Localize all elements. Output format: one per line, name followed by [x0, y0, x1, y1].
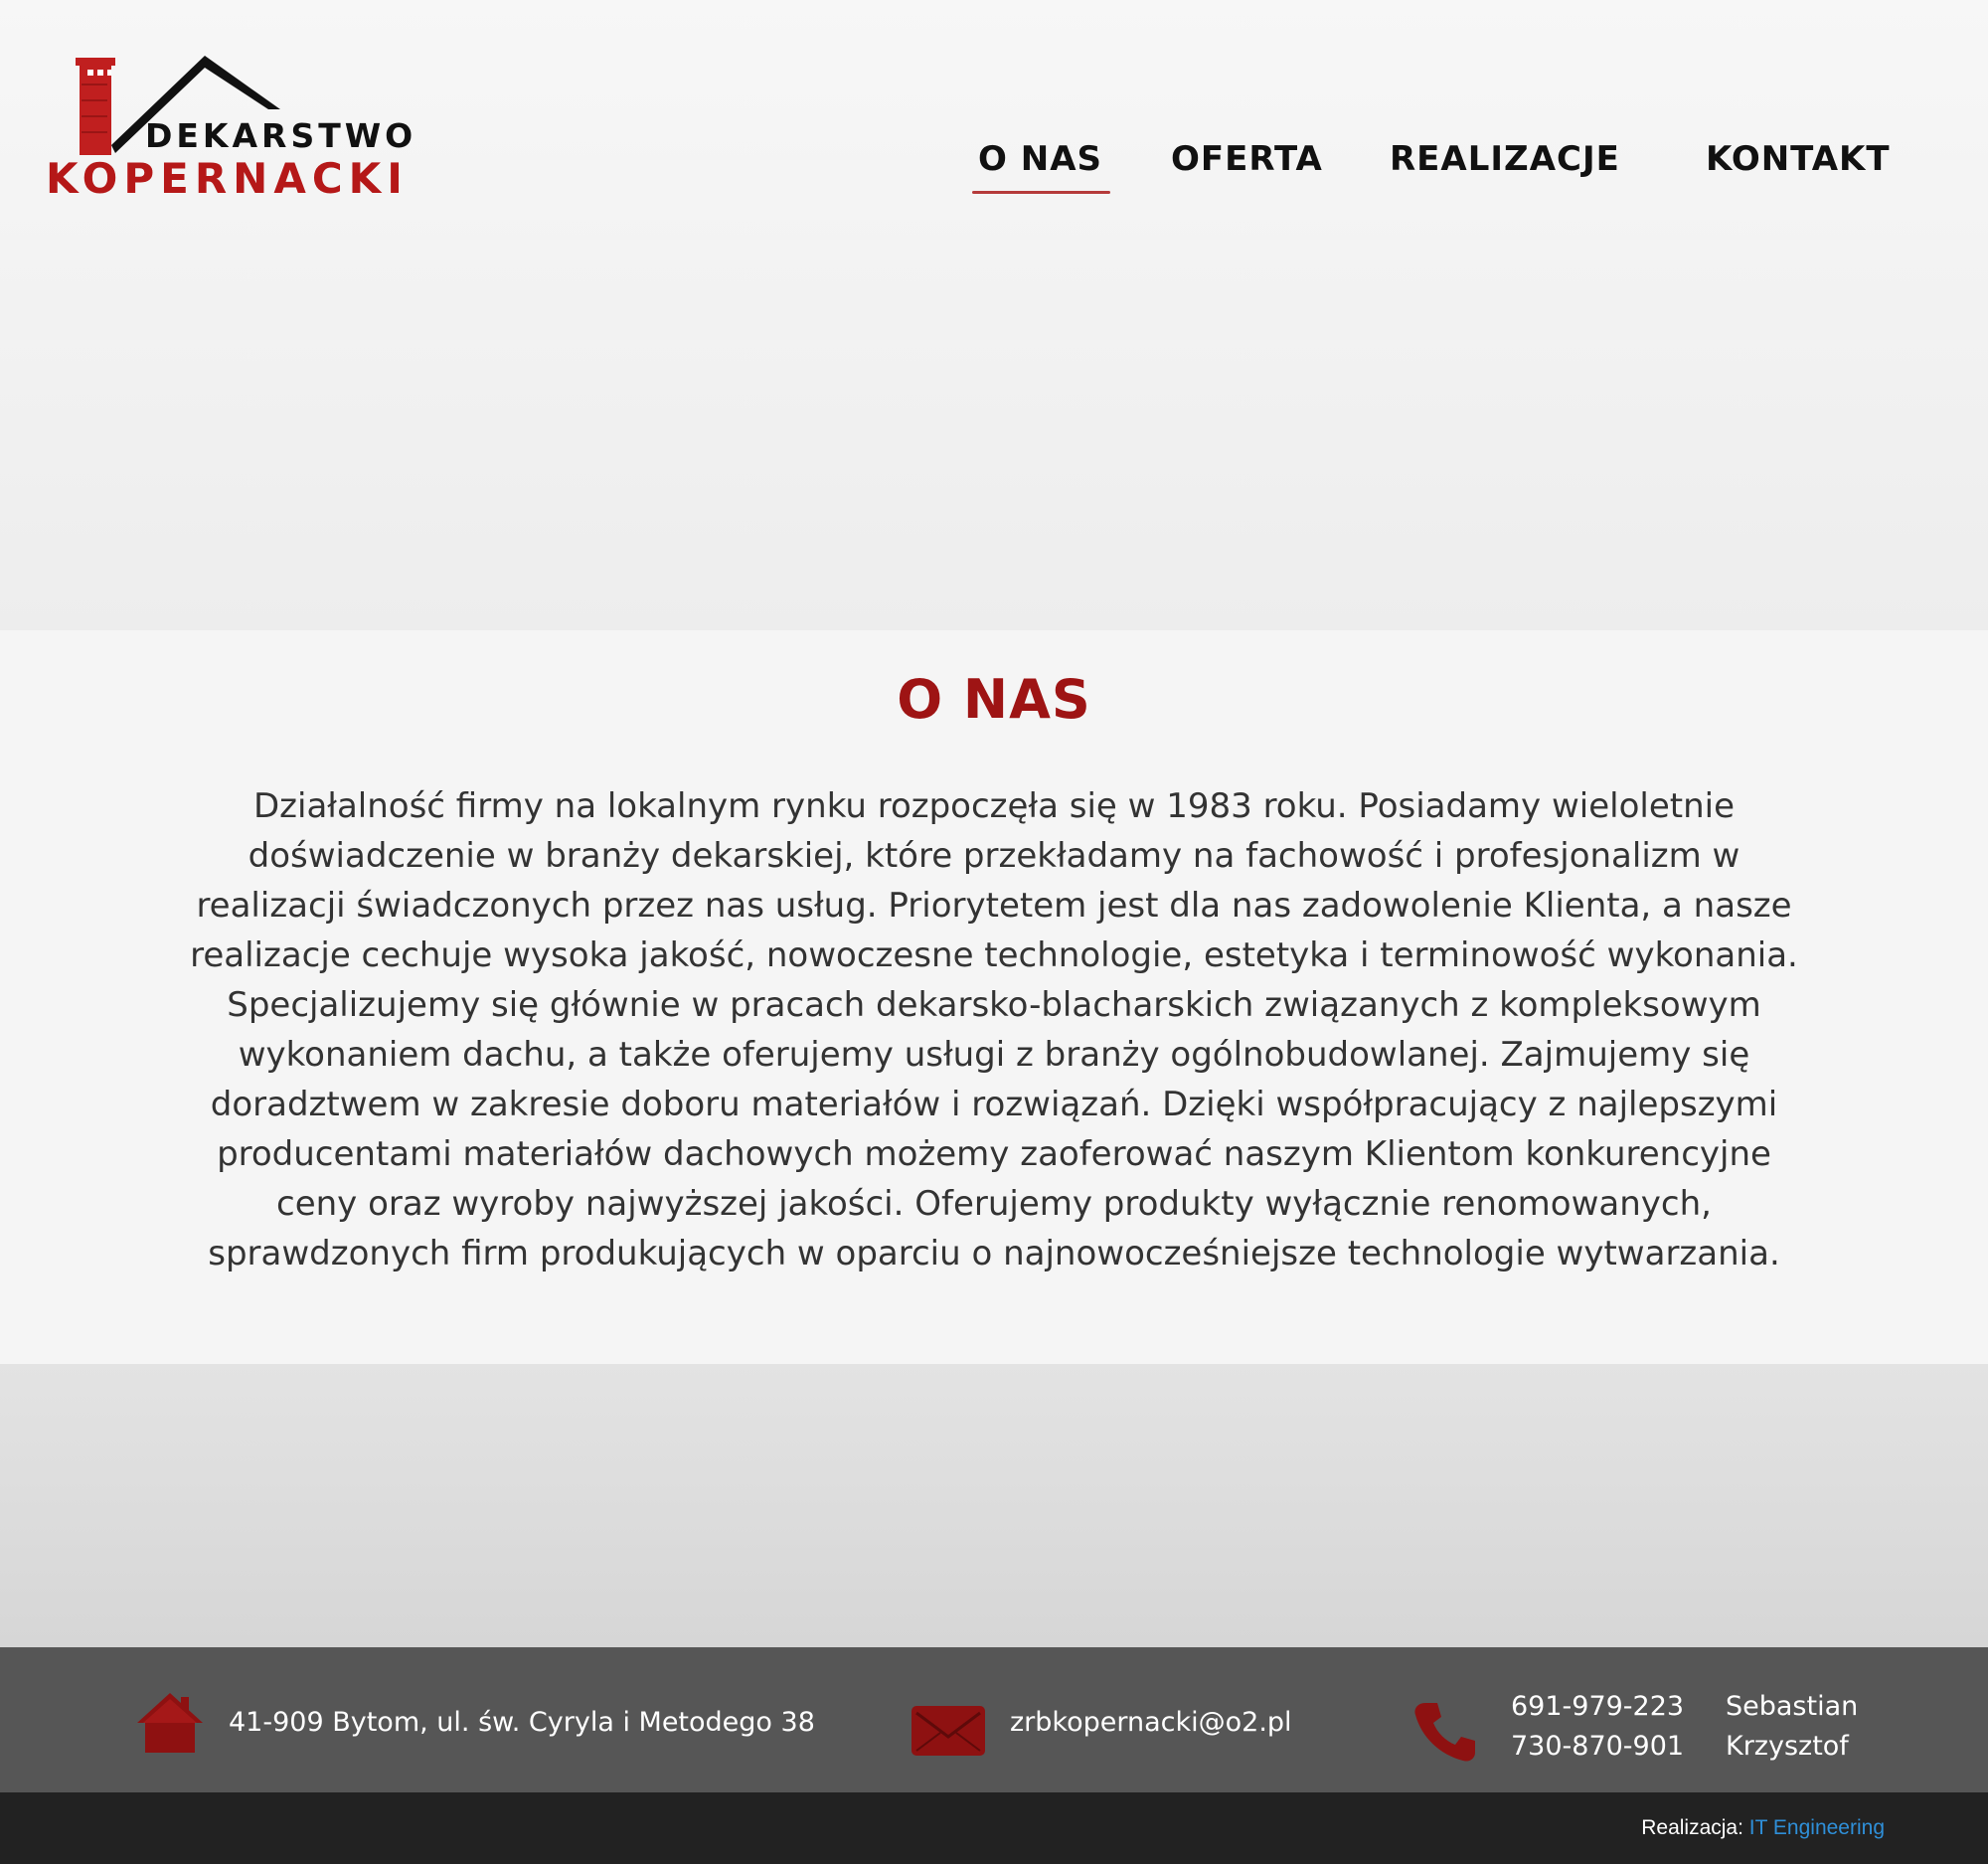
about-line: realizacji świadczonych przez nas usług.…	[196, 886, 1792, 926]
email-link[interactable]: zrbkopernacki@o2.pl	[1010, 1707, 1292, 1738]
about-paragraph: Działalność firmy na lokalnym rynku rozp…	[189, 781, 1799, 1278]
decorative-band	[0, 1364, 1988, 1647]
credit-link[interactable]: IT Engineering	[1749, 1816, 1885, 1839]
about-line: realizacje cechuje wysoka jakość, nowocz…	[190, 935, 1798, 975]
nav-item-realizacje[interactable]: REALIZACJE	[1390, 139, 1620, 179]
home-icon	[137, 1693, 203, 1753]
phone-number-1[interactable]: 691-979-223	[1511, 1691, 1684, 1722]
about-line: doradztwem w zakresie doboru materiałów …	[210, 1085, 1778, 1124]
phone-number-2[interactable]: 730-870-901	[1511, 1731, 1684, 1762]
about-line: producentami materiałów dachowych możemy…	[217, 1134, 1771, 1174]
credit-prefix: Realizacja:	[1641, 1816, 1743, 1839]
section-title: O NAS	[897, 668, 1091, 731]
main-nav: O NAS OFERTA REALIZACJE KONTAKT	[0, 139, 1988, 199]
nav-item-o-nas[interactable]: O NAS	[972, 139, 1110, 194]
envelope-icon	[911, 1706, 985, 1756]
about-line: Działalność firmy na lokalnym rynku rozp…	[252, 786, 1735, 826]
about-section: O NAS Działalność firmy na lokalnym rynk…	[0, 630, 1988, 1364]
about-line: Specjalizujemy się głównie w pracach dek…	[227, 985, 1761, 1025]
about-line: doświadczenie w branży dekarskiej, które…	[248, 836, 1740, 876]
hero-section: DEKARSTWO KOPERNACKI O NAS OFERTA REALIZ…	[0, 0, 1988, 630]
about-line: wykonaniem dachu, a także oferujemy usłu…	[238, 1035, 1750, 1075]
nav-item-kontakt[interactable]: KONTAKT	[1706, 139, 1891, 179]
contact-footer: 41-909 Bytom, ul. św. Cyryla i Metodego …	[0, 1647, 1988, 1792]
phone-icon	[1414, 1703, 1475, 1762]
credit-line: Realizacja: IT Engineering	[1641, 1816, 1885, 1840]
about-line: sprawdzonych firm produkujących w oparci…	[208, 1234, 1780, 1273]
contact-name-2: Krzysztof	[1726, 1731, 1849, 1762]
about-line: ceny oraz wyroby najwyższej jakości. Ofe…	[276, 1184, 1712, 1224]
contact-name-1: Sebastian	[1726, 1691, 1859, 1722]
nav-item-oferta[interactable]: OFERTA	[1171, 139, 1323, 179]
bottom-bar: Realizacja: IT Engineering	[0, 1792, 1988, 1864]
address-text: 41-909 Bytom, ul. św. Cyryla i Metodego …	[229, 1707, 815, 1738]
